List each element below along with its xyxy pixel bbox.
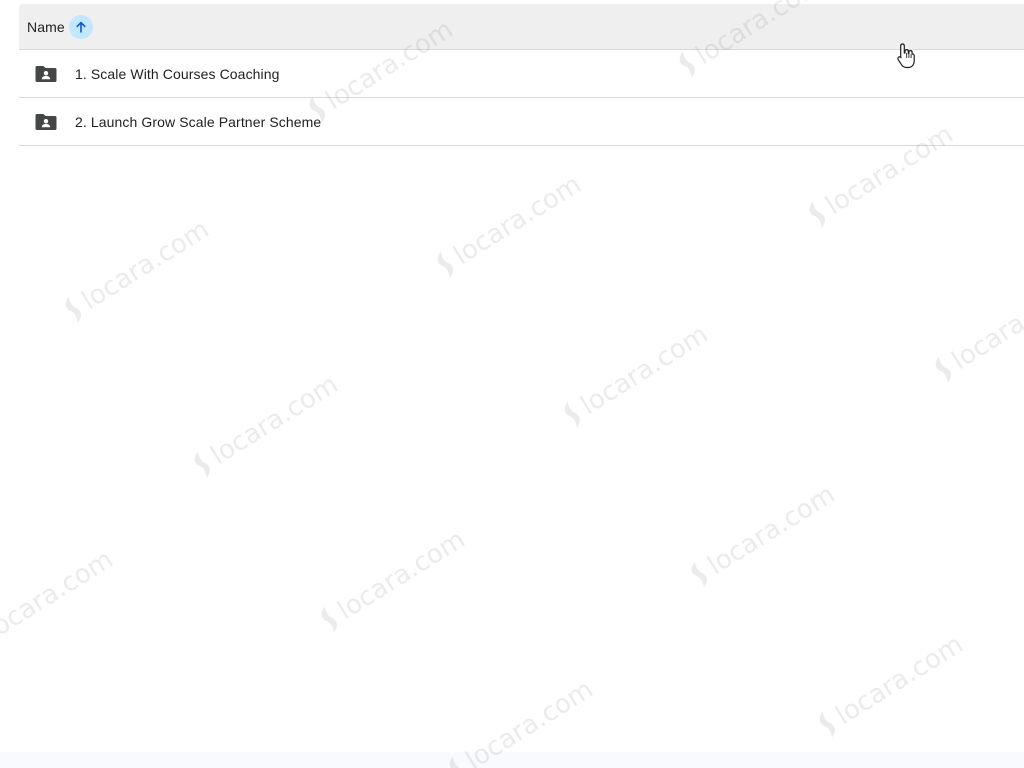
watermark-text: locara.com: [0, 544, 119, 647]
list-item-label: 1. Scale With Courses Coaching: [75, 65, 280, 82]
watermark-text: locara.com: [946, 274, 1024, 377]
list-item[interactable]: 2. Launch Grow Scale Partner Scheme: [19, 98, 1024, 146]
watermark-text: locara.com: [830, 629, 969, 732]
watermark: locara.com: [928, 274, 1024, 387]
watermark: locara.com: [684, 479, 841, 592]
watermark: locara.com: [557, 319, 714, 432]
shared-folder-icon: [35, 111, 57, 133]
watermark: locara.com: [430, 169, 587, 282]
list-item-label: 2. Launch Grow Scale Partner Scheme: [75, 113, 322, 130]
watermark: locara.com: [187, 369, 344, 482]
watermark-text: locara.com: [702, 479, 841, 582]
list-header: Name: [19, 4, 1024, 50]
watermark-text: locara.com: [76, 214, 215, 317]
shared-folder-icon: [35, 63, 57, 85]
drive-file-list-page: Name 1. Scale With Courses Coaching 2. L…: [0, 0, 1024, 768]
watermark: locara.com: [314, 524, 471, 637]
bottom-strip: [0, 752, 1024, 768]
arrow-up-icon: [75, 21, 86, 32]
watermark-text: locara.com: [332, 524, 471, 627]
watermark-text: locara.com: [448, 169, 587, 272]
watermark-text: locara.com: [575, 319, 714, 422]
file-list: Name 1. Scale With Courses Coaching 2. L…: [19, 4, 1024, 146]
watermark: locara.com: [812, 629, 969, 742]
list-item[interactable]: 1. Scale With Courses Coaching: [19, 50, 1024, 98]
watermark: locara.com: [58, 214, 215, 327]
watermark-text: locara.com: [205, 369, 344, 472]
sort-ascending-button[interactable]: [68, 14, 93, 39]
name-column-header[interactable]: Name: [27, 19, 65, 35]
watermark: locara.com: [0, 544, 119, 657]
